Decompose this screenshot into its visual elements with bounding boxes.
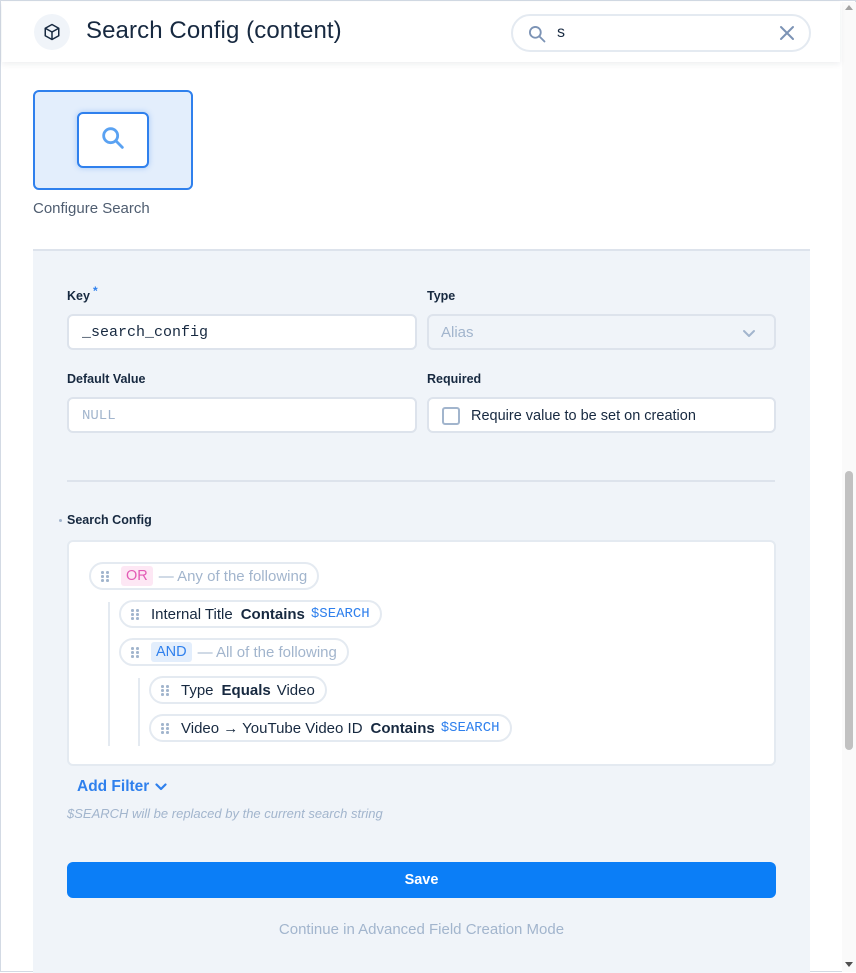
search-input[interactable] [557,23,757,43]
required-label: Required [427,372,482,386]
search-icon [527,24,547,49]
key-input[interactable] [69,316,415,348]
advanced-mode-link[interactable]: Continue in Advanced Field Creation Mode [33,921,810,938]
default-value-input[interactable] [69,399,415,431]
required-checkbox-label: Require value to be set on creation [471,408,696,424]
tile-label: Configure Search [33,200,150,217]
bullet-dot [59,519,62,522]
add-filter-label: Add Filter [77,778,150,795]
divider [67,480,775,482]
drag-handle-icon[interactable] [131,609,139,620]
drag-handle-icon[interactable] [101,571,109,582]
field-config-panel: Key* Type Alias Default Value Required R… [33,249,810,973]
filter-value[interactable]: $SEARCH [311,606,370,622]
filter-value[interactable]: $SEARCH [441,720,500,736]
tree-line [138,678,140,746]
operator-tag-and[interactable]: AND [151,642,192,662]
filter-group-and[interactable]: AND — All of the following [119,638,349,666]
scroll-up-arrow[interactable] [845,5,853,10]
search-box[interactable] [511,14,811,52]
required-marker: * [92,284,98,298]
operator-tag-or[interactable]: OR [121,566,153,586]
drag-handle-icon[interactable] [131,647,139,658]
filter-rule[interactable]: Video → YouTube Video ID Contains $SEARC… [149,714,512,742]
type-select-value: Alias [441,324,474,341]
filter-operator[interactable]: Equals [222,682,271,699]
group-description: — Any of the following [158,567,308,585]
box-icon [34,14,70,50]
scrollbar-thumb[interactable] [845,471,853,750]
type-select[interactable]: Alias [427,314,776,350]
filter-field: Internal Title [151,605,233,623]
save-button[interactable]: Save [67,862,776,898]
drag-handle-icon[interactable] [161,685,169,696]
search-hint: $SEARCH will be replaced by the current … [67,806,383,821]
drag-handle-icon[interactable] [161,723,169,734]
filter-rule[interactable]: Internal Title Contains $SEARCH [119,600,382,628]
filter-field: Type [181,681,214,699]
tree-line [108,602,110,746]
page-header: Search Config (content) [2,2,840,62]
filter-value[interactable]: Video [277,682,315,699]
window-frame: Search Config (content) Confi [0,0,856,973]
filter-operator[interactable]: Contains [371,720,435,737]
scrollbar[interactable] [842,2,856,972]
filter-group-or[interactable]: OR — Any of the following [89,562,320,590]
search-icon [99,124,127,157]
filter-tree: OR — Any of the following Internal Title… [67,540,776,766]
key-field[interactable] [67,314,417,350]
close-icon[interactable] [779,25,795,46]
filter-field: Video → YouTube Video ID [181,719,363,737]
type-label: Type [427,289,456,303]
required-toggle[interactable]: Require value to be set on creation [427,397,776,433]
chevron-down-icon [742,326,756,344]
search-config-label: Search Config [67,513,152,527]
filter-rule[interactable]: Type Equals Video [149,676,327,704]
tile-preview [77,112,149,168]
scroll-down-arrow[interactable] [845,962,853,967]
page-title: Search Config (content) [86,17,342,44]
add-filter-button[interactable]: Add Filter [77,778,167,796]
configure-search-tile[interactable] [33,90,193,190]
group-description: — All of the following [197,643,337,661]
filter-operator[interactable]: Contains [241,606,305,623]
default-value-label: Default Value [67,372,146,386]
key-label: Key * [67,284,98,303]
chevron-down-icon [155,778,167,796]
required-checkbox[interactable] [442,407,460,425]
default-value-field[interactable] [67,397,417,433]
